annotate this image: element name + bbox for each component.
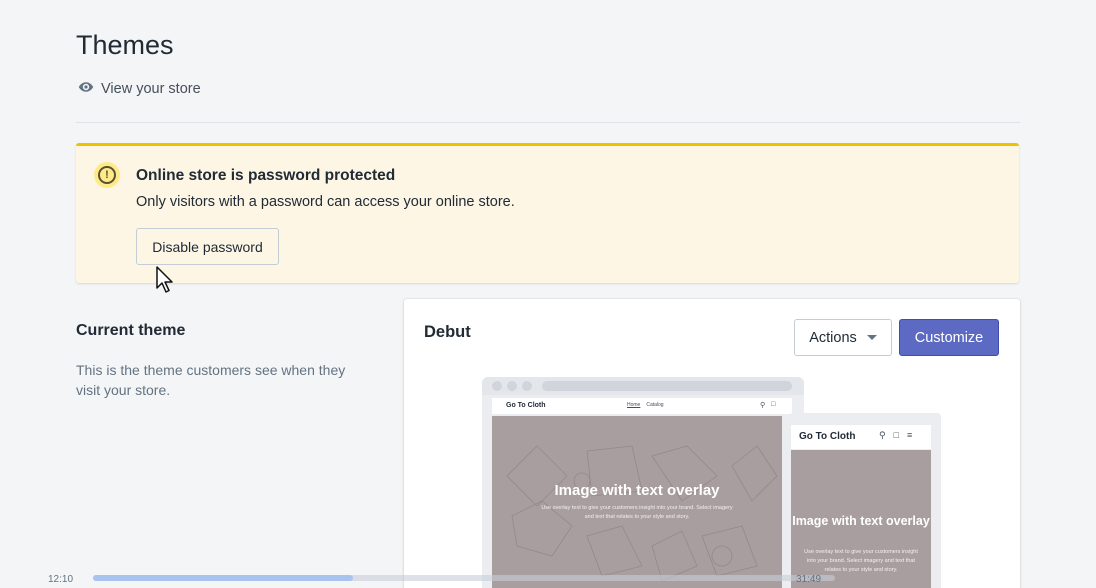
mobile-preview: Go To Cloth ⚲ □ ≡ Image with text overla… <box>789 413 941 588</box>
preview-brand: Go To Cloth <box>506 402 546 409</box>
mobile-preview-nav: Go To Cloth ⚲ □ ≡ <box>791 425 931 449</box>
view-store-label: View your store <box>101 81 201 97</box>
elapsed-time: 12:10 <box>48 574 74 585</box>
password-protection-banner: ! Online store is password protected Onl… <box>76 143 1019 283</box>
view-store-link[interactable]: View your store <box>78 79 201 99</box>
caret-down-icon <box>866 335 877 340</box>
preview-nav-icons: ⚲ □ <box>760 401 775 409</box>
window-dot-icon <box>507 381 517 391</box>
alert-circle-icon: ! <box>94 162 120 188</box>
current-theme-title: Current theme <box>76 322 186 339</box>
banner-text: Only visitors with a password can access… <box>136 194 515 210</box>
preview-hero-image: Image with text overlay Use overlay text… <box>492 416 782 588</box>
scrubber-track[interactable] <box>93 575 835 581</box>
header-divider <box>76 122 1020 123</box>
theme-name: Debut <box>424 323 471 341</box>
menu-icon: ≡ <box>907 430 913 440</box>
customize-button[interactable]: Customize <box>899 319 999 356</box>
theme-card: Debut Actions Customize Go To Cloth Home… <box>404 299 1020 588</box>
clothing-sketch-pattern <box>506 445 778 582</box>
preview-nav-links: Home Catalog <box>627 402 664 408</box>
video-scrubber[interactable]: 12:10 31:49 <box>0 570 1096 588</box>
disable-password-button[interactable]: Disable password <box>136 228 279 265</box>
actions-dropdown-button[interactable]: Actions <box>794 319 892 356</box>
window-dot-icon <box>522 381 532 391</box>
search-icon: ⚲ <box>879 430 886 440</box>
window-dot-icon <box>492 381 502 391</box>
mobile-preview-brand: Go To Cloth <box>799 431 856 442</box>
scrubber-progress <box>93 575 353 581</box>
preview-nav-link: Home <box>627 402 641 408</box>
bag-icon: □ <box>771 401 776 408</box>
page-title: Themes <box>76 30 174 60</box>
url-bar <box>542 381 792 391</box>
mobile-preview-hero-image: Image with text overlay Use overlay text… <box>791 450 931 588</box>
banner-title: Online store is password protected <box>136 167 396 184</box>
actions-label: Actions <box>809 329 857 346</box>
current-theme-description: This is the theme customers see when the… <box>76 362 346 398</box>
desktop-preview: Go To Cloth Home Catalog ⚲ □ Image with … <box>482 377 804 588</box>
mobile-preview-hero-heading: Image with text overlay <box>792 514 930 528</box>
preview-nav-link: Catalog <box>646 402 664 408</box>
eye-icon <box>78 79 94 99</box>
search-icon: ⚲ <box>760 402 766 409</box>
mouse-cursor-icon <box>156 266 173 293</box>
preview-hero-subtext: Use overlay text to give your customers … <box>541 505 733 520</box>
total-time: 31:49 <box>796 574 822 585</box>
preview-nav: Go To Cloth Home Catalog ⚲ □ <box>492 398 792 414</box>
browser-bar <box>482 377 804 395</box>
preview-hero-heading: Image with text overlay <box>554 482 720 499</box>
mobile-preview-icons: ⚲ □ ≡ <box>879 430 912 441</box>
bag-icon: □ <box>893 430 900 440</box>
